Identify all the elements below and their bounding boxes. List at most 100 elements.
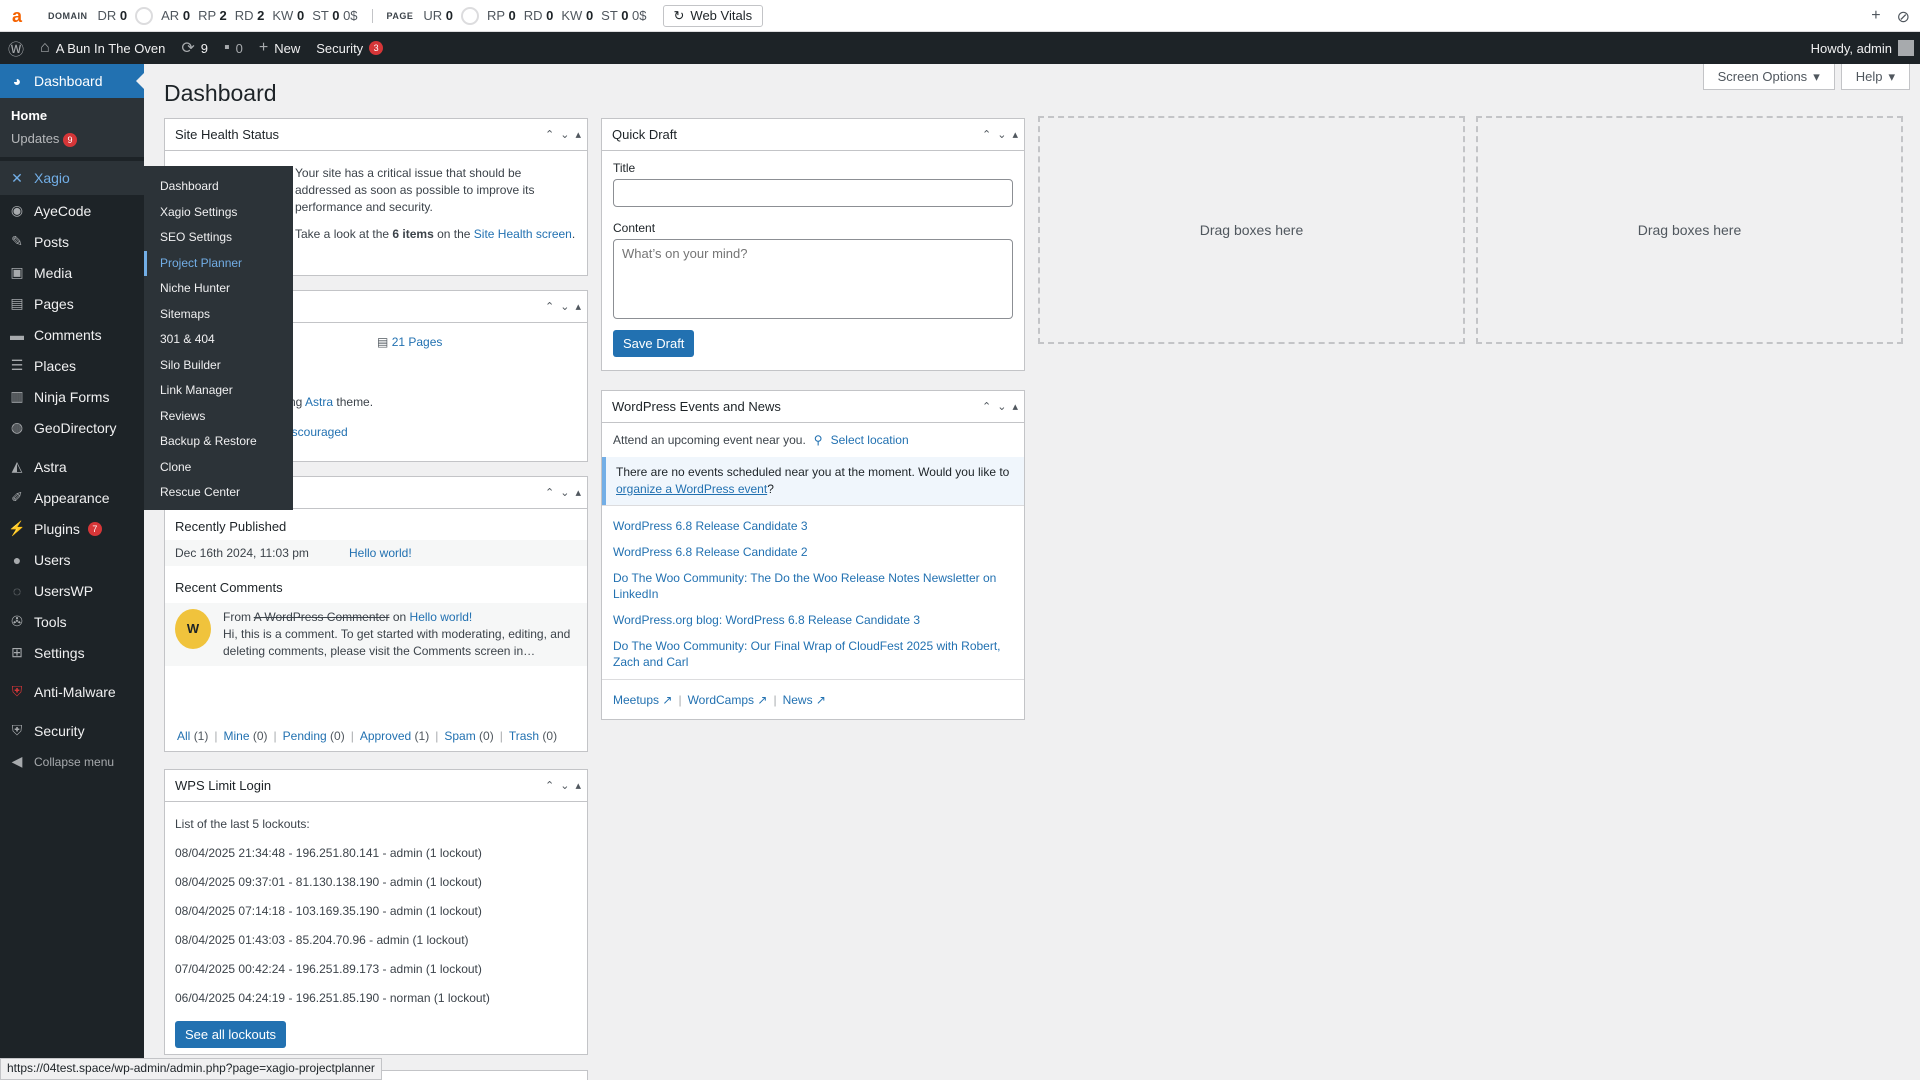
flyout-dashboard[interactable]: Dashboard: [144, 174, 293, 200]
menu-users[interactable]: ● Users: [0, 544, 144, 575]
news-link[interactable]: WordPress 6.8 Release Candidate 3: [613, 518, 1013, 534]
move-down-icon[interactable]: ⌄: [560, 779, 569, 792]
flyout-reviews[interactable]: Reviews: [144, 404, 293, 430]
flyout-project-planner[interactable]: Project Planner: [144, 250, 293, 276]
updates-link[interactable]: ⟳ 9: [173, 32, 216, 64]
new-content-link[interactable]: + New: [251, 32, 308, 64]
plug-icon: ⚡: [8, 520, 26, 536]
flyout-rescue-center[interactable]: Rescue Center: [144, 480, 293, 506]
commenter-link[interactable]: A WordPress Commenter: [254, 610, 390, 624]
see-all-lockouts-button[interactable]: See all lockouts: [175, 1021, 287, 1048]
wordcamps-link[interactable]: WordCamps ↗: [688, 693, 768, 707]
move-down-icon[interactable]: ⌄: [997, 400, 1006, 413]
menu-ninja-forms[interactable]: ▥ Ninja Forms: [0, 381, 144, 412]
flyout-silo-builder[interactable]: Silo Builder: [144, 353, 293, 379]
filter-mine[interactable]: Mine: [223, 729, 249, 743]
theme-link[interactable]: Astra: [305, 395, 333, 409]
menu-places[interactable]: ☰ Places: [0, 350, 144, 381]
site-health-link[interactable]: Site Health screen: [474, 227, 572, 241]
news-link[interactable]: WordPress 6.8 Release Candidate 2: [613, 544, 1013, 560]
comment-post-link[interactable]: Hello world!: [410, 610, 473, 624]
move-down-icon[interactable]: ⌄: [560, 486, 569, 499]
flyout-backup-restore[interactable]: Backup & Restore: [144, 429, 293, 455]
move-down-icon[interactable]: ⌄: [997, 128, 1006, 141]
toggle-icon[interactable]: ▴: [1012, 128, 1018, 141]
move-down-icon[interactable]: ⌄: [560, 300, 569, 313]
menu-ayecode[interactable]: ◉ AyeCode: [0, 195, 144, 226]
menu-anti-malware[interactable]: ⛨ Anti-Malware: [0, 676, 144, 707]
move-up-icon[interactable]: ⌃: [982, 128, 991, 141]
organize-event-link[interactable]: organize a WordPress event: [616, 482, 767, 496]
filter-pending[interactable]: Pending: [283, 729, 327, 743]
menu-media[interactable]: ▣ Media: [0, 257, 144, 288]
search-engines-discouraged-link[interactable]: iscouraged: [289, 425, 348, 439]
plus-icon[interactable]: +: [1871, 7, 1880, 27]
draft-title-input[interactable]: [613, 179, 1013, 207]
page-label: PAGE: [386, 10, 414, 21]
filter-trash[interactable]: Trash: [509, 729, 539, 743]
toggle-icon[interactable]: ▴: [575, 128, 581, 141]
news-link[interactable]: WordPress.org blog: WordPress 6.8 Releas…: [613, 612, 1013, 628]
menu-xagio[interactable]: ✕ Xagio: [0, 161, 144, 195]
help-button[interactable]: Help ▾: [1840, 64, 1910, 90]
move-up-icon[interactable]: ⌃: [545, 128, 554, 141]
menu-dashboard[interactable]: ◕ Dashboard: [0, 64, 144, 98]
filter-all[interactable]: All: [177, 729, 190, 743]
pages-icon: ▤: [377, 335, 389, 349]
flyout-sitemaps[interactable]: Sitemaps: [144, 302, 293, 328]
flyout-seo-settings[interactable]: SEO Settings: [144, 225, 293, 251]
ahrefs-logo-icon[interactable]: a: [12, 7, 28, 25]
submenu-home[interactable]: Home: [0, 104, 144, 127]
brush-icon: ✐: [11, 489, 23, 505]
wrench-icon: ✇: [11, 613, 23, 629]
menu-posts[interactable]: ✎ Posts: [0, 226, 144, 257]
flyout-301-404[interactable]: 301 & 404: [144, 327, 293, 353]
menu-pages[interactable]: ▤ Pages: [0, 288, 144, 319]
web-vitals-button[interactable]: ↻ Web Vitals: [662, 4, 764, 27]
flyout-xagio-settings[interactable]: Xagio Settings: [144, 200, 293, 226]
my-account[interactable]: Howdy, admin: [1811, 32, 1914, 64]
toggle-icon[interactable]: ▴: [1012, 400, 1018, 413]
toggle-icon[interactable]: ▴: [575, 779, 581, 792]
move-down-icon[interactable]: ⌄: [560, 128, 569, 141]
disable-icon[interactable]: ⊘: [1897, 7, 1910, 27]
news-footer-link[interactable]: News ↗: [783, 693, 826, 707]
move-up-icon[interactable]: ⌃: [545, 300, 554, 313]
save-draft-button[interactable]: Save Draft: [613, 330, 695, 357]
toggle-icon[interactable]: ▴: [575, 486, 581, 499]
flyout-clone[interactable]: Clone: [144, 455, 293, 481]
draft-content-textarea[interactable]: [613, 239, 1013, 319]
menu-userswp[interactable]: ◌ UsersWP: [0, 575, 144, 606]
move-up-icon[interactable]: ⌃: [982, 400, 991, 413]
wordpress-logo-icon[interactable]: Ⓦ: [0, 32, 32, 64]
toggle-icon[interactable]: ▴: [575, 300, 581, 313]
site-name-link[interactable]: ⌂ A Bun In The Oven: [32, 32, 173, 64]
menu-plugins[interactable]: ⚡ Plugins 7: [0, 513, 144, 544]
flyout-niche-hunter[interactable]: Niche Hunter: [144, 276, 293, 302]
flyout-link-manager[interactable]: Link Manager: [144, 378, 293, 404]
filter-spam[interactable]: Spam: [444, 729, 475, 743]
collapse-menu[interactable]: ◀ Collapse menu: [0, 746, 144, 777]
filter-approved[interactable]: Approved: [360, 729, 411, 743]
news-list: WordPress 6.8 Release Candidate 3 WordPr…: [602, 505, 1024, 670]
move-up-icon[interactable]: ⌃: [545, 486, 554, 499]
comment-row: W From A WordPress Commenter on Hello wo…: [165, 603, 587, 666]
comments-link[interactable]: ▪ 0: [216, 32, 251, 64]
screen-options-button[interactable]: Screen Options ▾: [1702, 64, 1835, 90]
menu-comments[interactable]: ▬ Comments: [0, 319, 144, 350]
news-link[interactable]: Do The Woo Community: Our Final Wrap of …: [613, 638, 1013, 670]
security-menu[interactable]: Security 3: [308, 32, 391, 64]
menu-tools[interactable]: ✇ Tools: [0, 606, 144, 637]
menu-security[interactable]: ⛨ Security: [0, 715, 144, 746]
meetups-link[interactable]: Meetups ↗: [613, 693, 672, 707]
select-location-link[interactable]: Select location: [831, 433, 909, 447]
pages-count-link[interactable]: 21 Pages: [392, 335, 443, 349]
news-link[interactable]: Do The Woo Community: The Do the Woo Rel…: [613, 570, 1013, 602]
menu-appearance[interactable]: ✐ Appearance: [0, 482, 144, 513]
menu-astra[interactable]: ◭ Astra: [0, 451, 144, 482]
submenu-updates[interactable]: Updates 9: [0, 127, 144, 151]
menu-geodirectory[interactable]: ◍ GeoDirectory: [0, 412, 144, 443]
move-up-icon[interactable]: ⌃: [545, 779, 554, 792]
published-post-link[interactable]: Hello world!: [349, 546, 412, 560]
menu-settings[interactable]: ⊞ Settings: [0, 637, 144, 668]
